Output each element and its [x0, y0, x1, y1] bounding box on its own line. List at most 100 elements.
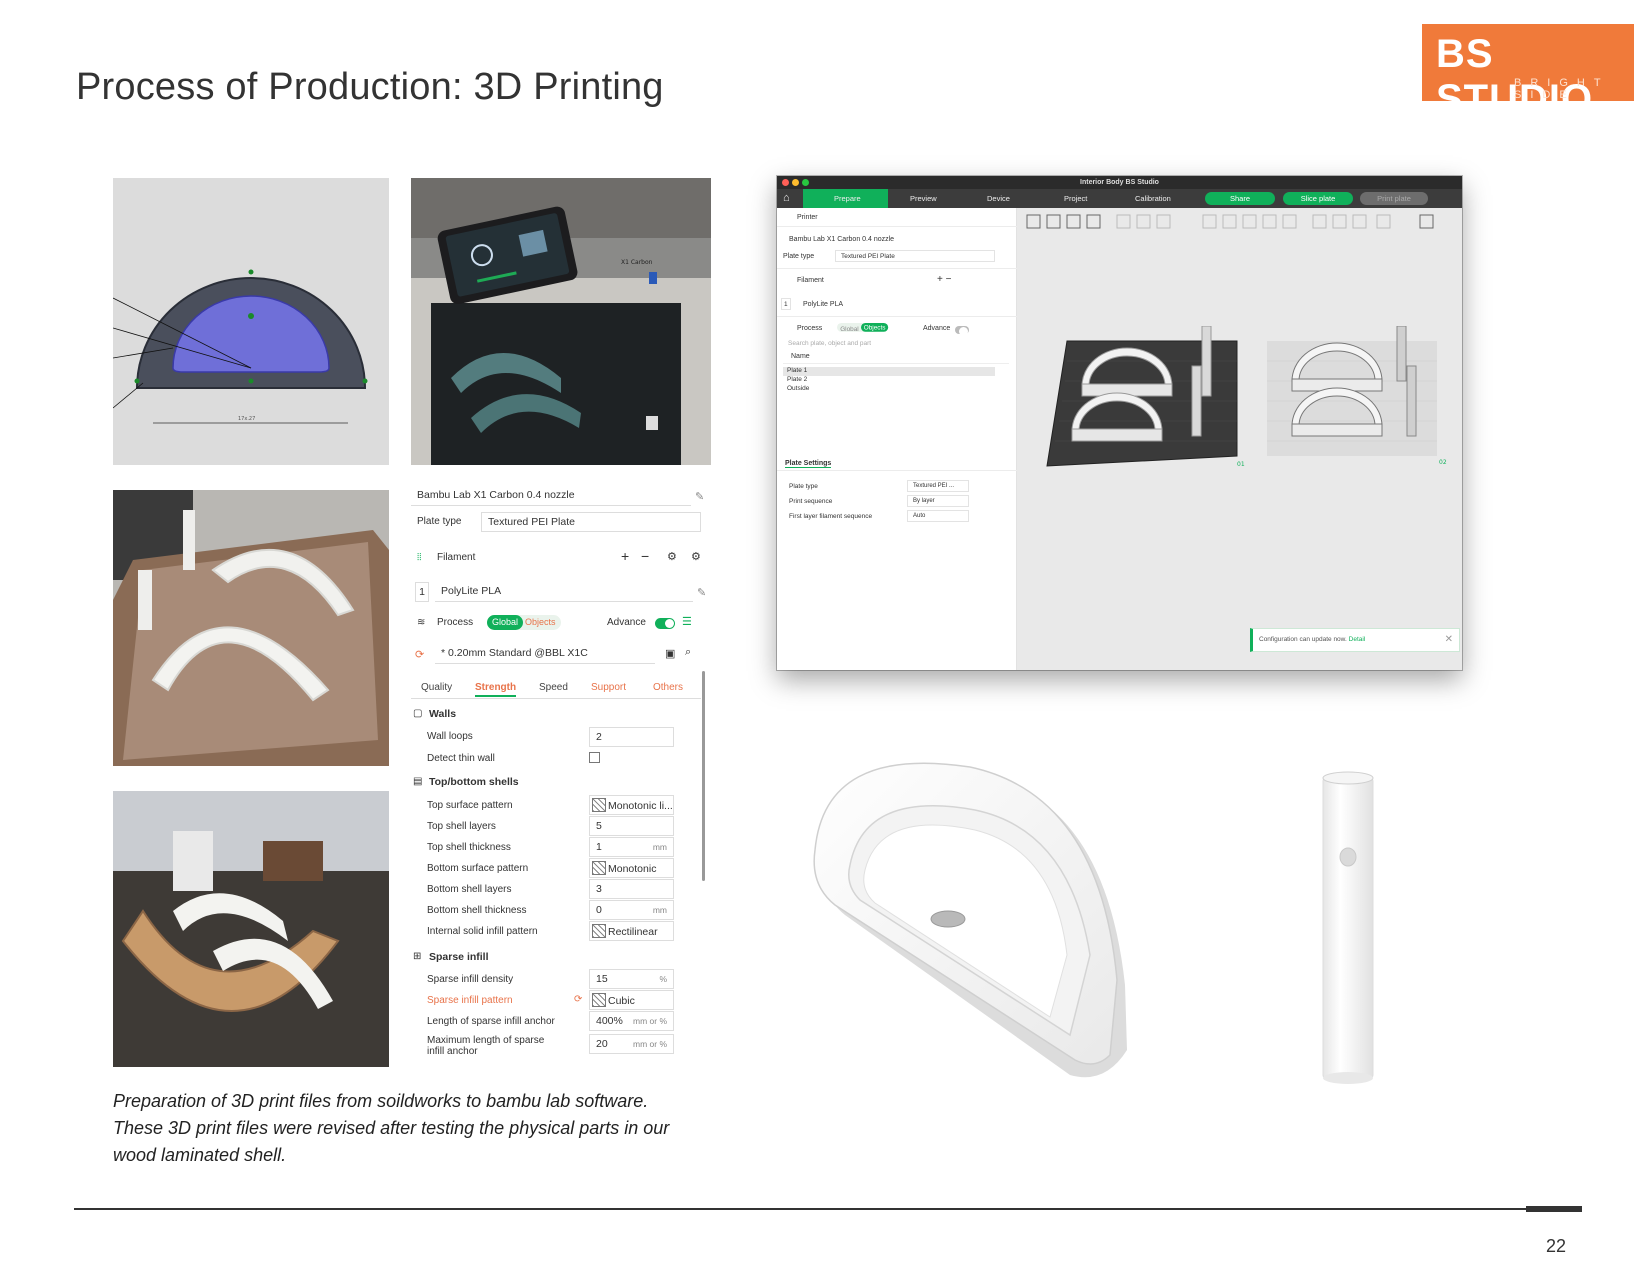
sparse-infill-heading: Sparse infill — [429, 951, 489, 963]
top-shell-thickness-input[interactable]: 1 mm — [589, 837, 674, 857]
slice-plate-button[interactable]: Slice plate — [1283, 192, 1353, 205]
text-icon[interactable] — [1332, 214, 1347, 229]
share-button[interactable]: Share — [1205, 192, 1275, 205]
sparse-pattern-select[interactable]: Cubic — [589, 990, 674, 1010]
sparse-pattern-reset-icon[interactable]: ⟳ — [574, 994, 582, 1005]
zoom-window-button[interactable] — [802, 179, 809, 186]
home-icon[interactable]: ⌂ — [783, 192, 790, 204]
app-add-filament-icon[interactable]: + − — [937, 274, 951, 285]
page-title: Process of Production: 3D Printing — [76, 66, 664, 108]
ps-print-sequence-select[interactable]: By layer — [907, 495, 969, 507]
mesh-boolean-icon[interactable] — [1376, 214, 1391, 229]
reset-icon[interactable]: ⟳ — [415, 648, 424, 661]
view-options-icon[interactable] — [1419, 214, 1434, 229]
edit-filament-icon[interactable]: ✎ — [697, 586, 706, 599]
filament-select[interactable]: PolyLite PLA — [435, 582, 693, 602]
tab-quality[interactable]: Quality — [421, 682, 452, 693]
app-filament-value[interactable]: PolyLite PLA — [803, 301, 843, 308]
app-search-input[interactable]: Search plate, object and part — [783, 338, 1009, 350]
assembly-icon[interactable] — [1312, 214, 1327, 229]
anchor-input[interactable]: 400% mm or % — [589, 1011, 674, 1031]
tab-support[interactable]: Support — [591, 682, 626, 693]
app-plate-type-value: Textured PEI Plate — [841, 253, 895, 260]
settings-scrollbar[interactable] — [702, 671, 705, 881]
printer-brand-label: X1 Carbon — [621, 259, 653, 266]
measure-icon[interactable] — [1282, 214, 1297, 229]
app-objects-option[interactable]: Objects — [861, 323, 889, 332]
plate-1[interactable]: 01 — [1037, 326, 1247, 486]
global-objects-switch[interactable]: Global Objects — [487, 615, 561, 630]
bottom-shell-thickness-input[interactable]: 0 mm — [589, 900, 674, 920]
tab-strength[interactable]: Strength — [475, 682, 517, 697]
plate-settings-heading: Plate Settings — [785, 460, 832, 468]
bottom-surface-pattern-select[interactable]: Monotonic — [589, 858, 674, 878]
max-anchor-input[interactable]: 20 mm or % — [589, 1034, 674, 1054]
tab-project[interactable]: Project — [1064, 194, 1087, 203]
search-icon[interactable]: ⌕ — [685, 646, 691, 659]
ps-first-layer-select[interactable]: Auto — [907, 510, 969, 522]
add-plate-icon[interactable] — [1046, 214, 1061, 229]
process-preset-select[interactable]: * 0.20mm Standard @BBL X1C — [435, 644, 655, 664]
bottom-shell-layers-input[interactable]: 3 — [589, 879, 674, 899]
seam-paint-icon[interactable] — [1242, 214, 1257, 229]
ps-plate-type-select[interactable]: Textured PEI ... — [907, 480, 969, 492]
close-window-button[interactable] — [782, 179, 789, 186]
minimize-window-button[interactable] — [792, 179, 799, 186]
app-printer-value[interactable]: Bambu Lab X1 Carbon 0.4 nozzle — [789, 236, 894, 243]
notice-text: Configuration can update now. — [1259, 636, 1347, 643]
app-plate-type-select[interactable]: Textured PEI Plate — [835, 250, 995, 262]
detect-thin-wall-label: Detect thin wall — [427, 753, 495, 764]
tab-preview[interactable]: Preview — [910, 194, 937, 203]
arrange-icon[interactable] — [1066, 214, 1081, 229]
bottom-shell-thickness-label: Bottom shell thickness — [427, 905, 527, 916]
notice-close-icon[interactable]: ✕ — [1445, 634, 1453, 645]
plate-type-select[interactable]: Textured PEI Plate — [481, 512, 701, 532]
tab-speed[interactable]: Speed — [539, 682, 568, 693]
app-global-option[interactable]: Global — [840, 323, 859, 335]
3d-viewport[interactable]: 01 02 Configuration can update now. Deta… — [1017, 208, 1462, 670]
objects-option[interactable]: Objects — [525, 615, 556, 630]
internal-solid-infill-select[interactable]: Rectilinear — [589, 921, 674, 941]
top-shell-layers-input[interactable]: 5 — [589, 816, 674, 836]
filament-settings-icon[interactable]: ⚙ — [691, 550, 701, 563]
top-surface-pattern-select[interactable]: Monotonic li... — [589, 795, 674, 815]
save-preset-icon[interactable]: ▣ — [665, 647, 675, 660]
color-paint-icon[interactable] — [1262, 214, 1277, 229]
add-filament-icon[interactable]: + — [621, 548, 629, 564]
wall-loops-input[interactable]: 2 — [589, 727, 674, 747]
tab-calibration[interactable]: Calibration — [1135, 194, 1171, 203]
move-icon[interactable] — [1116, 214, 1131, 229]
app-global-objects-switch[interactable]: Global Objects — [837, 323, 889, 335]
app-advance-toggle[interactable] — [955, 326, 969, 336]
remove-filament-icon[interactable]: − — [641, 548, 649, 564]
notice-detail-link[interactable]: Detail — [1349, 636, 1366, 643]
compare-icon[interactable]: ☰ — [682, 615, 692, 628]
global-option[interactable]: Global — [487, 615, 523, 630]
print-plate-button[interactable]: Print plate — [1360, 192, 1428, 205]
advance-toggle[interactable] — [655, 618, 675, 629]
plate-2[interactable]: 02 — [1247, 326, 1457, 486]
rotate-icon[interactable] — [1136, 214, 1151, 229]
filament-sync-icon[interactable]: ⚙ — [667, 550, 677, 563]
pattern-icon — [592, 993, 606, 1007]
edit-printer-icon[interactable]: ✎ — [695, 490, 704, 503]
divider — [777, 268, 1017, 269]
scale-icon[interactable] — [1156, 214, 1171, 229]
support-paint-icon[interactable] — [1222, 214, 1237, 229]
plate-2-tag: 02 — [1439, 459, 1447, 466]
printer-select[interactable]: Bambu Lab X1 Carbon 0.4 nozzle — [411, 486, 691, 506]
sparse-density-input[interactable]: 15 % — [589, 969, 674, 989]
name-column-header: Name — [791, 353, 810, 360]
svg-icon[interactable] — [1352, 214, 1367, 229]
tree-item-plate-2[interactable]: Plate 2 — [787, 376, 807, 383]
add-object-icon[interactable] — [1026, 214, 1041, 229]
orient-icon[interactable] — [1086, 214, 1101, 229]
tree-item-plate-1[interactable] — [783, 367, 995, 376]
walls-icon: ▢ — [413, 708, 423, 719]
detect-thin-wall-checkbox[interactable] — [589, 752, 600, 763]
tab-device[interactable]: Device — [987, 194, 1010, 203]
cut-icon[interactable] — [1202, 214, 1217, 229]
sparse-density-label: Sparse infill density — [427, 974, 514, 985]
tab-others[interactable]: Others — [653, 682, 683, 693]
tree-item-outside[interactable]: Outside — [787, 385, 809, 392]
